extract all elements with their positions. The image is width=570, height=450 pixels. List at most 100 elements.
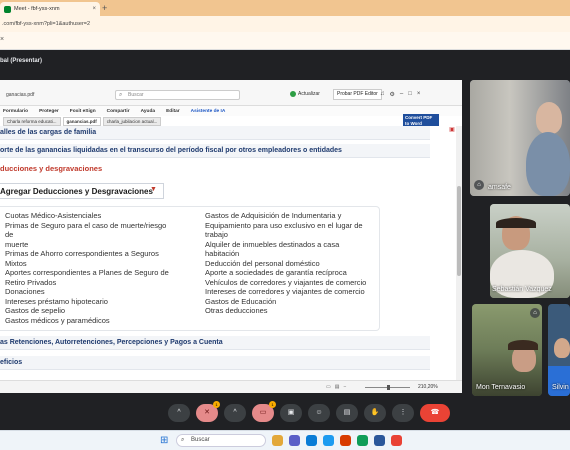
close-tab-icon[interactable]: × [92,6,96,12]
list-item[interactable]: Intereses de corredores y viajantes de c… [205,287,375,297]
present-icon: ▤ [343,409,351,416]
pdf-editor-button[interactable]: Probar PDF Editor [333,89,382,100]
emoji-button[interactable]: ☺ [308,404,330,422]
pin-icon[interactable]: ⌂ [530,308,540,318]
raise-hand-button[interactable]: ✋ [364,404,386,422]
list-item[interactable]: Equipamiento para uso exclusivo en el lu… [205,221,375,231]
list-item[interactable]: trabajo [205,230,375,240]
fit-width-icon[interactable]: ▤ [335,384,340,390]
zoom-slider[interactable] [365,385,410,390]
minimize-icon[interactable]: – [400,91,403,98]
leave-call-button[interactable]: ☎ [420,404,450,422]
new-tab-button[interactable]: + [102,3,107,13]
close-window-icon[interactable]: × [417,91,421,98]
list-item[interactable]: Gastos de sepelio [5,306,175,316]
zoom-knob[interactable] [387,385,390,390]
page-nav-icons: ▭ ▤ − [326,384,346,390]
list-item[interactable]: Primas de Ahorro correspondientes a Segu… [5,249,175,259]
list-item[interactable]: Gastos médicos y paramédicos [5,316,175,326]
more-options-button[interactable]: ⋮ [392,404,414,422]
section-otros-empleadores[interactable]: orte de las ganancias liquidadas en el t… [0,144,430,158]
list-item[interactable]: Cuotas Médico-Asistenciales [5,211,175,221]
scroll-thumb[interactable] [457,186,461,276]
pdf-document: alles de las cargas de familia orte de l… [0,126,440,380]
office-icon[interactable] [340,435,351,446]
captions-button[interactable]: ▣ [280,404,302,422]
menu-proteger[interactable]: Proteger [39,109,59,114]
search-placeholder: Buscar [128,92,144,98]
participant-tile-sebastian[interactable]: Sebastián Vazquez [490,204,570,298]
edge-icon[interactable] [306,435,317,446]
participant-tile-amsafe[interactable]: ⌂ amsafe [470,80,570,196]
present-button[interactable]: ▤ [336,404,358,422]
browser-tab-meet[interactable]: Meet - fbf-yss-xnm × [0,2,100,16]
list-item[interactable]: Mixtos [5,259,175,269]
participant-tile-silvin[interactable]: Silvin [548,304,570,396]
pin-icon[interactable]: ⌂ [474,180,484,190]
mic-options-button[interactable]: ^ [168,404,190,422]
captions-icon: ▣ [287,409,295,416]
shared-screen: ganacias.pdf ⌕ Buscar Actualizar Probar … [0,80,462,393]
deducciones-right-column: Gastos de Adquisición de Indumentaria y … [205,211,375,316]
section-retenciones[interactable]: as Retenciones, Autorretenciones, Percep… [0,336,430,350]
list-item[interactable]: Vehículos de corredores y viajantes de c… [205,278,375,288]
menu-asistente-ia[interactable]: Asistente de IA [191,109,226,114]
camera-options-button[interactable]: ^ [224,404,246,422]
vertical-scrollbar[interactable] [456,126,462,380]
section-beneficios[interactable]: eficios [0,356,430,370]
pdf-app-toolbar: ganacias.pdf ⌕ Buscar Actualizar Probar … [0,80,462,106]
list-item[interactable]: Deducción del personal doméstico [205,259,375,269]
excel-icon[interactable] [357,435,368,446]
taskbar-search[interactable]: ⌕ Buscar [176,434,266,447]
list-item[interactable]: Donaciones [5,287,175,297]
pdf-status-bar: ▭ ▤ − 210,20% [0,380,462,393]
store-icon[interactable] [323,435,334,446]
chrome-icon[interactable] [391,435,402,446]
convert-to-word-button[interactable]: Convert PDF to Word [403,114,439,126]
word-icon[interactable] [374,435,385,446]
pdf-search-input[interactable]: ⌕ Buscar [115,90,240,100]
update-button[interactable]: Actualizar [290,91,320,97]
list-item[interactable]: Aporte a sociedades de garantía recíproc… [205,268,375,278]
list-item[interactable]: Gastos de Educación [205,297,375,307]
menu-compartir[interactable]: Compartir [107,109,130,114]
section-cargas-familia[interactable]: alles de las cargas de familia [0,126,430,140]
list-item[interactable]: Otras deducciones [205,306,375,316]
search-icon: ⌕ [181,437,185,443]
list-item[interactable]: Gastos de Adquisición de Indumentaria y [205,211,375,221]
browser-tab-bar: Meet - fbf-yss-xnm × + [0,0,570,16]
doc-tab-charla-reforma[interactable]: Charla reforma educati... [3,117,61,126]
mic-toggle-button[interactable]: ✕ 1 [196,401,220,422]
agregar-deducciones-dropdown[interactable]: Agregar Deducciones y Desgravaciones ▼ [0,183,164,199]
app-toolbar-icons: ♫ ⚙ – □ × [380,91,420,98]
windows-start-icon[interactable]: ⊞ [160,435,168,446]
pdf-menu-bar: Formulario Proteger Foxit eSign Comparti… [0,106,462,116]
menu-formulario[interactable]: Formulario [3,109,28,114]
teams-icon[interactable] [289,435,300,446]
menu-editar[interactable]: Editar [166,109,180,114]
menu-ayuda[interactable]: Ayuda [141,109,155,114]
list-item[interactable]: Intereses préstamo hipotecario [5,297,175,307]
doc-tab-ganancias[interactable]: ganancias.pdf [62,117,101,126]
list-item[interactable]: Aportes correspondientes a Planes de Seg… [5,268,175,278]
camera-toggle-button[interactable]: ▭ 1 [252,401,276,422]
meet-controls: ^ ✕ 1 ^ ▭ 1 ▣ ☺ ▤ ✋ ⋮ ☎ [168,401,450,423]
emoji-icon: ☺ [315,409,323,416]
zoom-out-icon[interactable]: − [343,384,346,390]
section-title: as Retenciones, Autorretenciones, Percep… [0,339,223,346]
close-icon[interactable]: × [0,36,4,43]
bell-icon[interactable]: ♫ [380,91,385,98]
menu-foxit-esign[interactable]: Foxit eSign [70,109,96,114]
settings-icon[interactable]: ⚙ [390,91,395,98]
fit-page-icon[interactable]: ▭ [326,384,331,390]
list-item[interactable]: Retiro Privados [5,278,175,288]
doc-tab-charla-jubilacion[interactable]: charla_jubilacion actual... [102,117,162,126]
address-bar[interactable]: .com/fbf-yss-xnm?pli=1&authuser=2 [0,16,570,32]
list-item[interactable]: muerte [5,240,175,250]
file-explorer-icon[interactable] [272,435,283,446]
maximize-icon[interactable]: □ [408,91,412,98]
participant-name: amsafe [488,184,511,191]
list-item[interactable]: Alquiler de inmuebles destinados a casa … [205,240,375,259]
participant-tile-mon[interactable]: ⌂ Mon Ternavasio [472,304,542,396]
list-item[interactable]: Primas de Seguro para el caso de muerte/… [5,221,175,240]
